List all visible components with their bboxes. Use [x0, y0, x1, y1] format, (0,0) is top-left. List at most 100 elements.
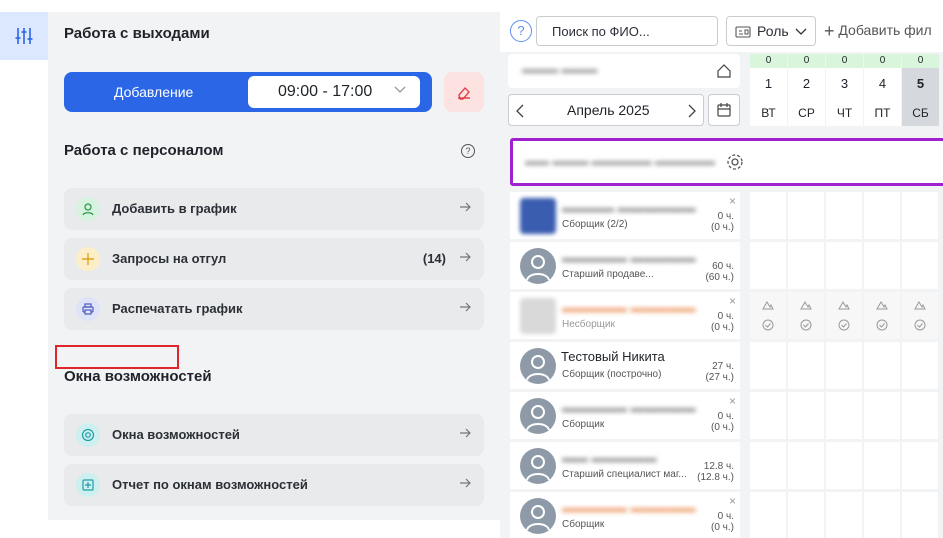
month-label: Апрель 2025 [567, 102, 650, 118]
help-icon[interactable]: ? [510, 20, 532, 42]
schedule-cell[interactable] [864, 342, 900, 389]
schedule-cell[interactable] [864, 492, 900, 538]
calendar-button[interactable] [708, 94, 740, 126]
schedule-cell[interactable] [788, 342, 824, 389]
day-number: 4 [878, 76, 887, 91]
day-column-header[interactable]: 0 3 ЧТ [826, 54, 863, 126]
menu-item-label: Запросы на отгул [112, 251, 227, 266]
menu-time-off-requests[interactable]: Запросы на отгул (14) [64, 238, 484, 280]
schedule-cell[interactable] [902, 442, 938, 489]
role-filter-select[interactable]: Роль [726, 16, 816, 46]
schedule-cell[interactable] [902, 492, 938, 538]
arrow-right-icon [460, 478, 471, 488]
schedule-cell[interactable] [750, 392, 786, 439]
schedule-cell[interactable] [788, 442, 824, 489]
employee-role: Старший специалист маг... [562, 469, 687, 480]
day-column-header[interactable]: 0 4 ПТ [864, 54, 901, 126]
filters-toggle-button[interactable] [0, 12, 48, 60]
schedule-cell[interactable] [826, 492, 862, 538]
schedule-cell[interactable] [826, 242, 862, 289]
schedule-cell[interactable] [788, 392, 824, 439]
schedule-cell[interactable] [750, 292, 786, 339]
schedule-cell[interactable] [902, 192, 938, 239]
menu-print-schedule[interactable]: Распечатать график [64, 288, 484, 330]
schedule-cell[interactable] [750, 442, 786, 489]
schedule-cell[interactable] [826, 342, 862, 389]
chevron-right-icon[interactable] [687, 104, 697, 118]
add-filter-button[interactable]: + Добавить фил [824, 21, 932, 42]
check-circle-icon [800, 319, 812, 331]
hours: 27 ч. [712, 361, 734, 372]
schedule-cell[interactable] [864, 442, 900, 489]
menu-opportunity-windows-report[interactable]: Отчет по окнам возможностей [64, 464, 484, 506]
mountain-icon [800, 301, 812, 310]
schedule-cell[interactable] [902, 292, 938, 339]
side-panel: Работа с выходами Добавление 09:00 - 17:… [48, 12, 500, 538]
add-shift-bar[interactable]: Добавление 09:00 - 17:00 [64, 72, 432, 112]
gear-icon[interactable] [725, 152, 745, 172]
hours-planned: (0 ч.) [711, 422, 734, 433]
requests-count: (14) [422, 251, 446, 266]
employee-row[interactable]: Тестовый Никита Сборщик (построчно) 27 ч… [510, 342, 740, 389]
day-column-header[interactable]: 0 5 СБ [902, 54, 939, 126]
hours-planned: (12.8 ч.) [697, 472, 734, 483]
close-icon[interactable]: × [729, 494, 736, 508]
sliders-icon [15, 28, 33, 44]
store-selector[interactable]: ▬▬▬ ▬▬▬ [508, 54, 740, 88]
schedule-cell[interactable] [902, 242, 938, 289]
schedule-cell[interactable] [864, 292, 900, 339]
weekday: ВТ [761, 106, 776, 120]
schedule-cell[interactable] [864, 392, 900, 439]
day-column-header[interactable]: 0 1 ВТ [750, 54, 787, 126]
close-icon[interactable]: × [729, 194, 736, 208]
day-number: 1 [764, 76, 773, 91]
employee-row[interactable]: ▬▬▬▬▬ ▬▬▬▬▬ Несборщик × 0 ч. (0 ч.) [510, 292, 740, 339]
schedule-cell[interactable] [750, 492, 786, 538]
search-placeholder: Поиск по ФИО... [552, 24, 650, 39]
schedule-cell[interactable] [788, 192, 824, 239]
staff-help-icon[interactable]: ? [461, 144, 475, 158]
search-input[interactable]: Поиск по ФИО... [536, 16, 718, 46]
chevron-left-icon[interactable] [515, 104, 525, 118]
schedule-cell[interactable] [902, 392, 938, 439]
schedule-cell[interactable] [750, 242, 786, 289]
employee-row[interactable]: ▬▬▬▬ ▬▬▬▬▬▬ Сборщик (2/2) × 0 ч. (0 ч.) [510, 192, 740, 239]
menu-add-to-schedule[interactable]: Добавить в график [64, 188, 484, 230]
employee-row[interactable]: ▬▬▬▬▬ ▬▬▬▬▬ Сборщик × 0 ч. (0 ч.) [510, 492, 740, 538]
schedule-toolbar: ? Поиск по ФИО... Роль + Добавить фил [500, 12, 943, 52]
arrow-right-icon [460, 302, 471, 312]
time-range-select[interactable]: 09:00 - 17:00 [248, 76, 420, 108]
schedule-cell[interactable] [902, 342, 938, 389]
schedule-cell[interactable] [826, 392, 862, 439]
employee-name-blurred: ▬▬▬▬▬ ▬▬▬▬▬ [562, 400, 696, 415]
schedule-cell[interactable] [788, 292, 824, 339]
close-icon[interactable]: × [729, 394, 736, 408]
menu-opportunity-windows[interactable]: Окна возможностей [64, 414, 484, 456]
close-icon[interactable]: × [729, 294, 736, 308]
schedule-cell[interactable] [864, 192, 900, 239]
schedule-cell[interactable] [788, 242, 824, 289]
employee-row[interactable]: ▬▬ ▬▬▬▬▬ Старший специалист маг... 12.8 … [510, 442, 740, 489]
arrow-right-icon [460, 252, 471, 262]
schedule-cell[interactable] [788, 492, 824, 538]
windows-section-title: Окна возможностей [64, 368, 212, 385]
schedule-cell[interactable] [826, 442, 862, 489]
employee-role: Сборщик [562, 519, 605, 530]
schedule-cell[interactable] [864, 242, 900, 289]
employee-row[interactable]: ▬▬▬▬▬ ▬▬▬▬▬ Сборщик × 0 ч. (0 ч.) [510, 392, 740, 439]
schedule-cell[interactable] [750, 192, 786, 239]
schedule-cell[interactable] [826, 292, 862, 339]
eraser-button[interactable] [444, 72, 484, 112]
schedule-area: ? Поиск по ФИО... Роль + Добавить фил ▬▬… [500, 12, 943, 538]
employee-name-blurred: ▬▬▬▬▬ ▬▬▬▬▬ [562, 300, 696, 315]
day-column-header[interactable]: 0 2 СР [788, 54, 825, 126]
mountain-icon [838, 301, 850, 310]
arrow-right-icon [460, 202, 471, 212]
menu-item-label: Распечатать график [112, 301, 243, 316]
employee-row[interactable]: ▬▬▬▬▬ ▬▬▬▬▬ Старший продаве... 60 ч. (60… [510, 242, 740, 289]
month-selector[interactable]: Апрель 2025 [508, 94, 704, 126]
employee-name: Тестовый Никита [561, 349, 665, 364]
schedule-cell[interactable] [750, 342, 786, 389]
group-row-highlighted[interactable]: ▬▬ ▬▬▬ ▬▬▬▬▬ ▬▬▬▬▬ [510, 138, 943, 186]
schedule-cell[interactable] [826, 192, 862, 239]
